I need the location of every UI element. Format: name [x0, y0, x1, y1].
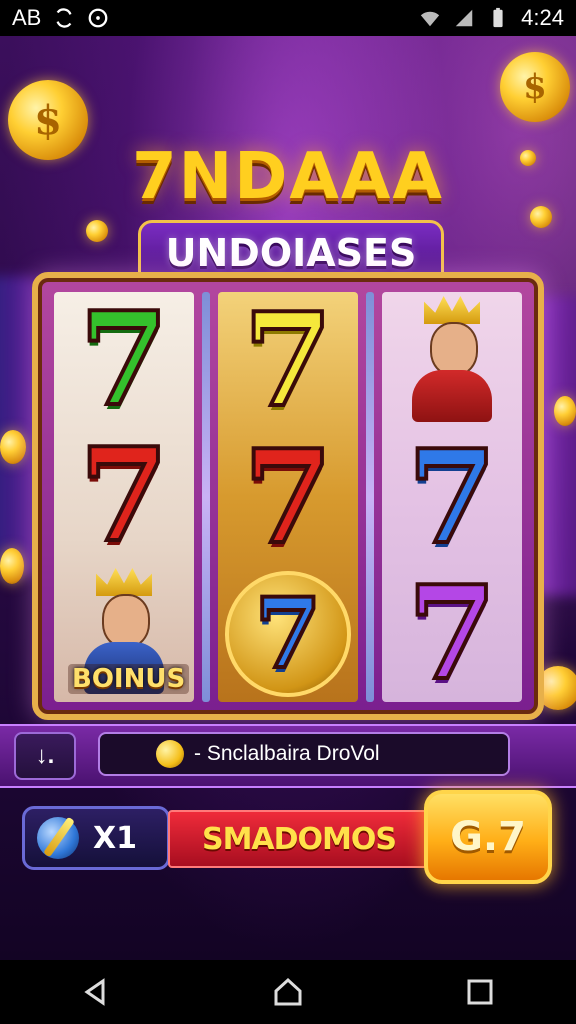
seven-blue-symbol: 7	[405, 423, 498, 573]
coin-icon: $	[500, 52, 570, 122]
sync-icon	[56, 8, 72, 28]
info-text: - Snclalbaira DroVol	[194, 742, 380, 765]
status-left-text: AB	[12, 5, 42, 30]
navigation-bar	[0, 960, 576, 1024]
action-label: SMADOMOS	[201, 821, 397, 857]
seven-blue-symbol: 7	[253, 577, 324, 691]
info-field: - Snclalbaira DroVol	[98, 732, 510, 776]
info-button[interactable]: ↓.	[14, 732, 76, 780]
circle-icon	[88, 8, 108, 28]
wifi-icon	[421, 11, 440, 27]
bet-value: X1	[93, 820, 138, 856]
signal-icon	[455, 9, 473, 27]
coin-icon	[0, 430, 26, 464]
coin-icon	[554, 396, 576, 426]
reel-2: 7 7 7	[218, 292, 358, 702]
reel-divider	[202, 292, 210, 702]
coin-icon	[156, 740, 184, 768]
coin-icon	[86, 220, 108, 242]
reels: 7 7 BOINUS 7 7 7 7 7	[54, 292, 522, 702]
spin-button[interactable]: G.7	[424, 790, 552, 884]
bonus-label: BOINUS	[68, 664, 190, 694]
coin-icon	[0, 548, 24, 584]
seven-purple-symbol: 7	[405, 559, 498, 702]
medallion-symbol: 7	[225, 571, 351, 698]
recents-icon[interactable]	[460, 972, 500, 1012]
seven-green-symbol: 7	[77, 292, 170, 435]
reel-1: 7 7 BOINUS	[54, 292, 194, 702]
spin-label: G.7	[450, 814, 526, 860]
seven-red-symbol: 7	[241, 422, 334, 573]
bet-icon	[37, 817, 79, 859]
game-title: 7NDAAA	[132, 140, 444, 214]
back-icon[interactable]	[76, 972, 116, 1012]
action-button[interactable]: SMADOMOS	[168, 810, 430, 868]
seven-yellow-symbol: 7	[241, 292, 334, 436]
status-bar: AB 4:24	[0, 0, 576, 36]
reel-3: 7 7	[382, 292, 522, 702]
seven-red-symbol: 7	[77, 421, 170, 571]
king-symbol	[392, 296, 512, 426]
game-subtitle: UNDOIASES	[165, 231, 417, 275]
home-icon[interactable]	[268, 972, 308, 1012]
status-time: 4:24	[521, 5, 564, 30]
battery-icon	[493, 7, 503, 28]
bet-selector[interactable]: X1	[22, 806, 170, 870]
reel-divider	[366, 292, 374, 702]
